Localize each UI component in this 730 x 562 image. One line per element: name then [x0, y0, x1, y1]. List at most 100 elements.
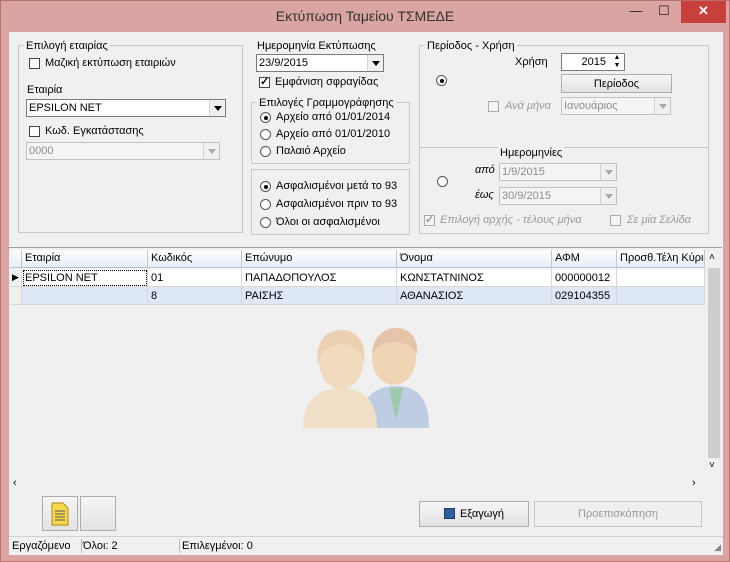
- current-row-icon: ▶: [12, 272, 19, 282]
- chevron-down-icon[interactable]: [209, 100, 225, 116]
- status-total: Όλοι: 2: [83, 540, 118, 552]
- insured-after-93-label: Ασφαλισμένοι μετά το 93: [276, 180, 398, 192]
- table-cell[interactable]: 01: [148, 269, 242, 287]
- single-page-checkbox[interactable]: [610, 215, 621, 226]
- chevron-down-icon[interactable]: [203, 143, 219, 159]
- all-insured-label: Όλοι οι ασφαλισμένοι: [276, 216, 380, 228]
- table-cell[interactable]: ΡΑΙΣΗΣ: [242, 287, 397, 305]
- resize-grip-icon[interactable]: ◢: [714, 542, 721, 553]
- company-select[interactable]: EPSILON NET: [26, 99, 226, 117]
- company-label: Εταιρία: [27, 84, 63, 96]
- from-date-picker[interactable]: 1/9/2015: [499, 163, 617, 181]
- file-2010-label: Αρχείο από 01/01/2010: [276, 128, 391, 140]
- export-button[interactable]: Εξαγωγή: [419, 501, 529, 527]
- column-header-afm[interactable]: ΑΦΜ: [552, 250, 617, 268]
- chevron-down-icon[interactable]: [367, 55, 383, 71]
- month-select[interactable]: Ιανουάριος: [561, 97, 671, 115]
- row-indicator[interactable]: [10, 287, 22, 305]
- dates-radio[interactable]: [437, 176, 448, 187]
- status-divider: [81, 539, 82, 553]
- from-date-value: 1/9/2015: [502, 166, 545, 178]
- period-radio[interactable]: [436, 75, 447, 86]
- insured-before-93-radio[interactable]: [260, 199, 271, 210]
- to-date-value: 30/9/2015: [502, 190, 551, 202]
- print-date-picker[interactable]: 23/9/2015: [256, 54, 384, 72]
- all-insured-radio[interactable]: [260, 217, 271, 228]
- month-start-end-label: Επιλογή αρχής - τέλους μήνα: [440, 214, 582, 226]
- document-button[interactable]: [42, 496, 78, 531]
- table-cell[interactable]: 8: [148, 287, 242, 305]
- scroll-right-icon[interactable]: ›: [692, 477, 696, 489]
- horizontal-scrollbar[interactable]: ‹ ›: [9, 476, 706, 492]
- window-title: Εκτύπωση Ταμείου ΤΣΜΕΔΕ: [275, 8, 455, 24]
- show-stamp-label: Εμφάνιση σφραγίδας: [275, 76, 379, 88]
- install-code-value: 0000: [29, 145, 54, 157]
- period-group-label: Περίοδος - Χρήση: [425, 40, 517, 52]
- to-date-picker[interactable]: 30/9/2015: [499, 187, 617, 205]
- registration-options-label: Επιλογές Γραμμογράφησης: [257, 97, 396, 109]
- insured-after-93-radio[interactable]: [260, 181, 271, 192]
- preview-button[interactable]: Προεπισκόπηση: [534, 501, 702, 527]
- column-header-company[interactable]: Εταιρία: [22, 250, 148, 268]
- old-file-label: Παλαιό Αρχείο: [276, 145, 346, 157]
- print-date-label: Ημερομηνία Εκτύπωσης: [257, 40, 376, 52]
- year-spinner[interactable]: 2015 ▲ ▼: [561, 53, 625, 71]
- table-cell[interactable]: [617, 287, 705, 305]
- year-value: 2015: [581, 56, 606, 68]
- file-2010-radio[interactable]: [260, 129, 271, 140]
- scroll-up-icon[interactable]: ˄: [709, 252, 715, 263]
- from-label: από: [475, 164, 495, 176]
- install-code-select[interactable]: 0000: [26, 142, 220, 160]
- close-button[interactable]: ✕: [681, 1, 726, 23]
- vertical-scroll-thumb[interactable]: [708, 268, 720, 458]
- monthly-label: Ανά μήνα: [505, 100, 551, 112]
- table-cell[interactable]: [617, 269, 705, 287]
- chevron-down-icon[interactable]: [600, 188, 616, 204]
- empty-toolbar-button[interactable]: [80, 496, 116, 531]
- table-cell[interactable]: [22, 287, 148, 305]
- column-header-name[interactable]: Όνομα: [397, 250, 552, 268]
- chevron-down-icon[interactable]: [600, 164, 616, 180]
- install-code-checkbox[interactable]: [29, 126, 40, 137]
- company-group: [18, 45, 243, 233]
- company-group-label: Επιλογή εταιρίας: [24, 40, 110, 52]
- show-stamp-checkbox[interactable]: [259, 75, 270, 88]
- scroll-down-icon[interactable]: ˅: [709, 460, 715, 471]
- vertical-scrollbar[interactable]: ˄ ˅: [706, 250, 722, 476]
- table-cell[interactable]: ΑΘΑΝΑΣΙΟΣ: [397, 287, 552, 305]
- file-2014-radio[interactable]: [260, 112, 271, 123]
- install-code-label: Κωδ. Εγκατάστασης: [45, 125, 144, 137]
- monthly-checkbox[interactable]: [488, 101, 499, 112]
- maximize-button[interactable]: ☐: [651, 1, 677, 23]
- dialog-client: Επιλογή εταιρίας Μαζική εκτύπωση εταιριώ…: [9, 32, 723, 555]
- save-disk-icon: [443, 508, 455, 519]
- window: Εκτύπωση Ταμείου ΤΣΜΕΔΕ — ☐ ✕ Επιλογή ετ…: [0, 0, 730, 562]
- column-header-surname[interactable]: Επώνυμο: [242, 250, 397, 268]
- minimize-button[interactable]: —: [623, 1, 649, 23]
- document-icon: [51, 502, 69, 526]
- table-cell[interactable]: ΚΩΝΣΤΑΤΝΙΝΟΣ: [397, 269, 552, 287]
- bulk-print-checkbox[interactable]: [29, 58, 40, 69]
- table-cell[interactable]: 000000012: [552, 269, 617, 287]
- insured-before-93-label: Ασφαλισμένοι πριν το 93: [276, 198, 398, 210]
- export-label: Εξαγωγή: [459, 508, 505, 520]
- month-value: Ιανουάριος: [564, 100, 618, 112]
- old-file-radio[interactable]: [260, 146, 271, 157]
- row-indicator[interactable]: ▶: [10, 269, 22, 287]
- scroll-left-icon[interactable]: ‹: [13, 477, 17, 489]
- table-cell[interactable]: EPSILON NET: [22, 269, 148, 287]
- column-header-extra-fees[interactable]: Προσθ.Τέλη Κύριας: [617, 250, 705, 268]
- table-cell[interactable]: 029104355: [552, 287, 617, 305]
- period-button[interactable]: Περίοδος: [561, 74, 672, 93]
- chevron-down-icon[interactable]: [654, 98, 670, 114]
- month-start-end-checkbox[interactable]: [424, 213, 435, 226]
- single-page-label: Σε μία Σελίδα: [627, 214, 691, 226]
- employees-grid: Εταιρία Κωδικός Επώνυμο Όνομα ΑΦΜ Προσθ.…: [9, 247, 722, 494]
- column-header-code[interactable]: Κωδικός: [148, 250, 242, 268]
- company-select-value: EPSILON NET: [29, 102, 102, 114]
- title-bar[interactable]: Εκτύπωση Ταμείου ΤΣΜΕΔΕ — ☐ ✕: [1, 1, 729, 32]
- table-cell[interactable]: ΠΑΠΑΔΟΠΟΥΛΟΣ: [242, 269, 397, 287]
- spin-up-icon[interactable]: ▲: [611, 54, 623, 62]
- dates-group-label: Ημερομηνίες: [498, 147, 565, 159]
- spin-down-icon[interactable]: ▼: [611, 62, 623, 70]
